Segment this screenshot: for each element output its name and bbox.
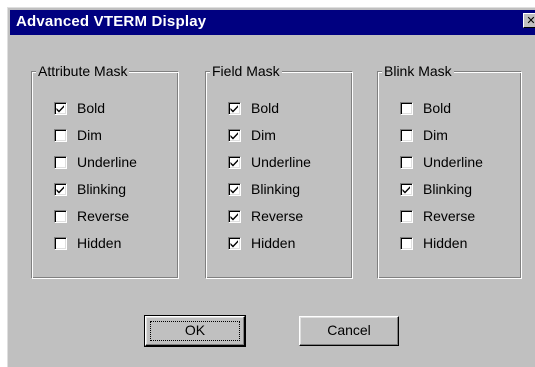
attribute-mask-hidden-checkbox[interactable] [54, 236, 67, 250]
advanced-vterm-display-dialog: Advanced VTERM Display ✕ Attribute Mask … [7, 7, 535, 367]
blink-mask-hidden-row[interactable]: Hidden [400, 234, 467, 252]
ok-button[interactable]: OK [144, 315, 246, 347]
cancel-button[interactable]: Cancel [299, 316, 399, 346]
attribute-mask-reverse-row[interactable]: Reverse [54, 207, 129, 225]
attribute-mask-hidden-row[interactable]: Hidden [54, 234, 121, 252]
blink-mask-underline-checkbox[interactable] [400, 155, 413, 169]
blink-mask-group: Blink Mask Bold Dim Underline Blinking R… [377, 62, 522, 279]
field-mask-hidden-label: Hidden [251, 235, 296, 251]
blink-mask-hidden-label: Hidden [423, 235, 468, 251]
attribute-mask-underline-row[interactable]: Underline [54, 153, 137, 171]
field-mask-blinking-label: Blinking [251, 181, 301, 197]
field-mask-underline-row[interactable]: Underline [228, 153, 311, 171]
attribute-mask-blinking-row[interactable]: Blinking [54, 180, 126, 198]
attribute-mask-label: Attribute Mask [36, 62, 130, 80]
close-icon: ✕ [526, 14, 535, 27]
field-mask-dim-label: Dim [251, 127, 276, 143]
field-mask-bold-row[interactable]: Bold [228, 99, 279, 117]
field-mask-bold-label: Bold [251, 100, 280, 116]
blink-mask-dim-row[interactable]: Dim [400, 126, 448, 144]
attribute-mask-reverse-label: Reverse [77, 208, 130, 224]
field-mask-dim-checkbox[interactable] [228, 128, 241, 142]
attribute-mask-bold-row[interactable]: Bold [54, 99, 105, 117]
blink-mask-underline-label: Underline [423, 154, 483, 170]
blink-mask-blinking-checkbox[interactable] [400, 182, 413, 196]
blink-mask-dim-label: Dim [423, 127, 448, 143]
field-mask-bold-checkbox[interactable] [228, 101, 241, 115]
attribute-mask-blinking-checkbox[interactable] [54, 182, 67, 196]
field-mask-reverse-row[interactable]: Reverse [228, 207, 303, 225]
field-mask-underline-label: Underline [251, 154, 311, 170]
close-button[interactable]: ✕ [523, 13, 535, 28]
field-mask-hidden-checkbox[interactable] [228, 236, 241, 250]
field-mask-underline-checkbox[interactable] [228, 155, 241, 169]
field-mask-reverse-label: Reverse [251, 208, 304, 224]
field-mask-hidden-row[interactable]: Hidden [228, 234, 295, 252]
blink-mask-underline-row[interactable]: Underline [400, 153, 483, 171]
cancel-button-label: Cancel [327, 322, 371, 338]
blink-mask-reverse-checkbox[interactable] [400, 209, 413, 223]
blink-mask-blinking-label: Blinking [423, 181, 473, 197]
attribute-mask-hidden-label: Hidden [77, 235, 122, 251]
attribute-mask-dim-label: Dim [77, 127, 102, 143]
blink-mask-label: Blink Mask [382, 62, 454, 80]
attribute-mask-underline-checkbox[interactable] [54, 155, 67, 169]
field-mask-dim-row[interactable]: Dim [228, 126, 276, 144]
blink-mask-dim-checkbox[interactable] [400, 128, 413, 142]
blink-mask-hidden-checkbox[interactable] [400, 236, 413, 250]
blink-mask-bold-row[interactable]: Bold [400, 99, 451, 117]
attribute-mask-underline-label: Underline [77, 154, 137, 170]
field-mask-group: Field Mask Bold Dim Underline Blinking R… [205, 62, 353, 279]
field-mask-reverse-checkbox[interactable] [228, 209, 241, 223]
field-mask-label: Field Mask [210, 62, 282, 80]
attribute-mask-dim-row[interactable]: Dim [54, 126, 102, 144]
attribute-mask-group: Attribute Mask Bold Dim Underline Blinki… [31, 62, 179, 279]
blink-mask-reverse-label: Reverse [423, 208, 476, 224]
window-title: Advanced VTERM Display [16, 13, 207, 30]
field-mask-blinking-row[interactable]: Blinking [228, 180, 300, 198]
attribute-mask-blinking-label: Blinking [77, 181, 127, 197]
attribute-mask-dim-checkbox[interactable] [54, 128, 67, 142]
ok-focus-ring [150, 321, 240, 341]
attribute-mask-bold-label: Bold [77, 100, 106, 116]
title-bar[interactable]: Advanced VTERM Display ✕ [10, 10, 535, 35]
blink-mask-bold-checkbox[interactable] [400, 101, 413, 115]
attribute-mask-bold-checkbox[interactable] [54, 101, 67, 115]
blink-mask-bold-label: Bold [423, 100, 452, 116]
blink-mask-blinking-row[interactable]: Blinking [400, 180, 472, 198]
attribute-mask-reverse-checkbox[interactable] [54, 209, 67, 223]
blink-mask-reverse-row[interactable]: Reverse [400, 207, 475, 225]
field-mask-blinking-checkbox[interactable] [228, 182, 241, 196]
